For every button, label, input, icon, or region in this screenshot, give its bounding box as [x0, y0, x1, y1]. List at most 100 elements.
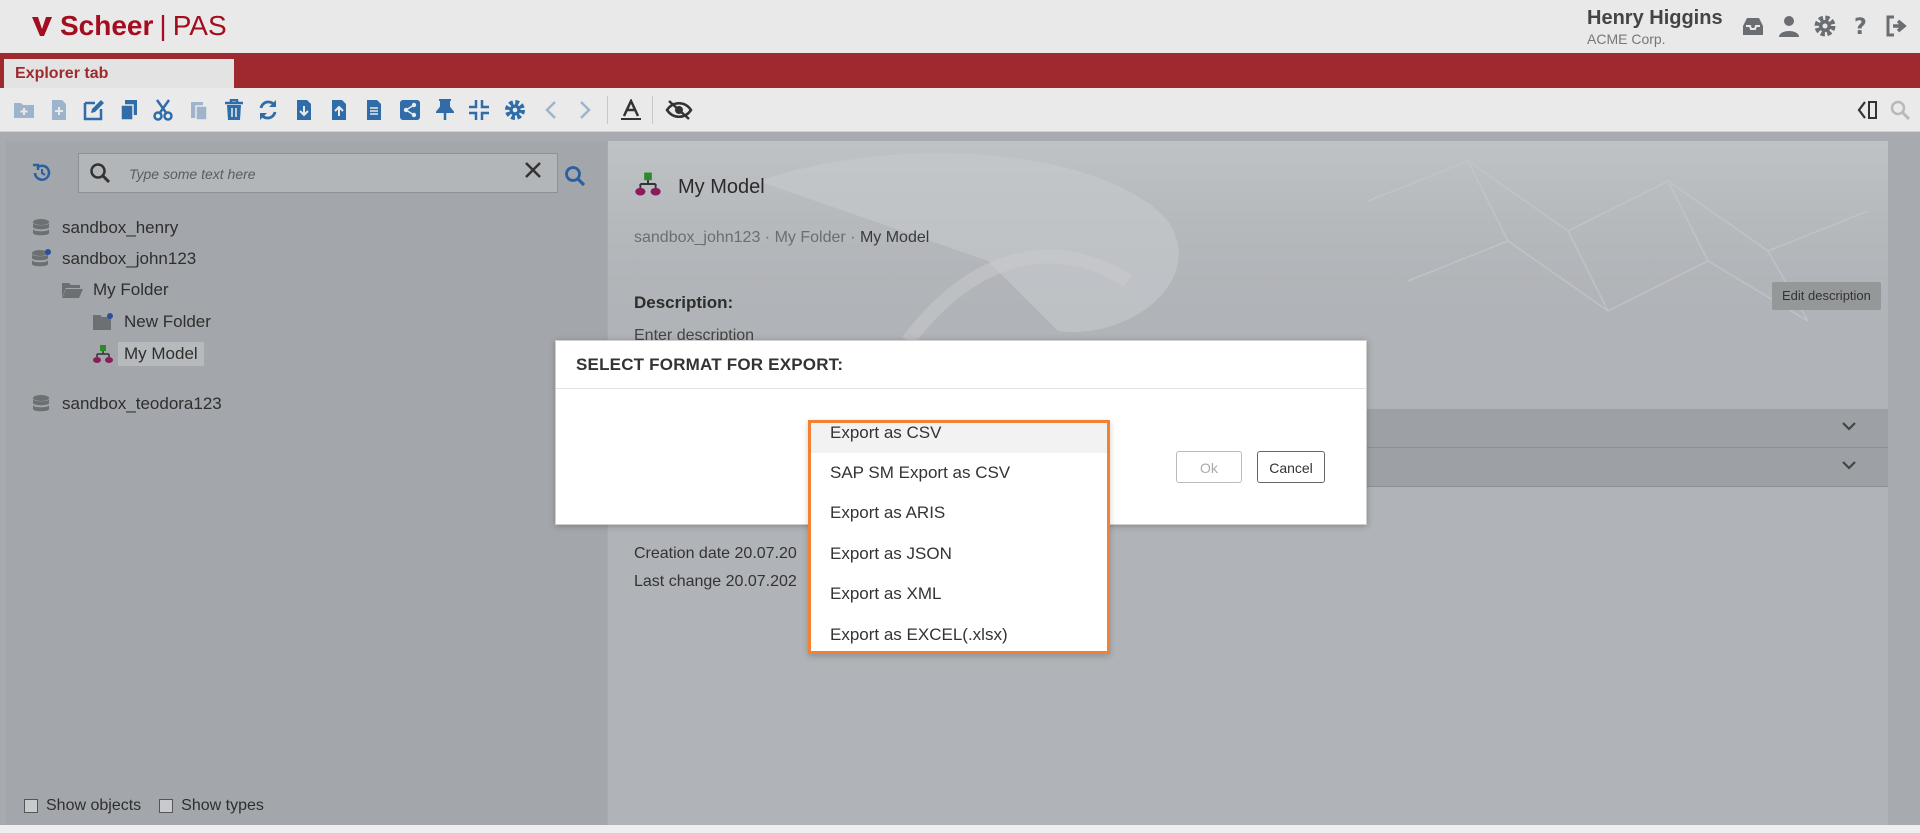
show-objects-checkbox[interactable]	[24, 799, 38, 813]
delete-icon[interactable]	[222, 98, 246, 122]
svg-text:?: ?	[1854, 15, 1867, 38]
folder-icon	[92, 312, 114, 332]
download-icon[interactable]	[292, 98, 316, 122]
database-icon	[30, 249, 52, 269]
forward-icon[interactable]	[573, 98, 597, 122]
dropdown-option-export-json[interactable]: Export as JSON	[811, 534, 1107, 574]
settings-icon[interactable]	[503, 98, 527, 122]
attribute-label: Last change	[634, 573, 722, 590]
header-icons: ?	[1740, 12, 1910, 40]
edit-icon[interactable]	[82, 98, 106, 122]
pin-icon[interactable]	[433, 98, 457, 122]
search-icon	[89, 162, 111, 189]
tree-item-sandbox-henry[interactable]: sandbox_henry	[30, 218, 178, 238]
collapse-panel-icon[interactable]	[1855, 98, 1879, 122]
page-title: My Model	[678, 175, 765, 198]
model-title: My Model	[634, 171, 765, 203]
open-folder-icon	[61, 280, 83, 300]
tree-item-new-folder[interactable]: New Folder	[92, 312, 211, 332]
explorer-panel: sandbox_henry sandbox_john123 My Folder …	[6, 141, 607, 825]
paste-icon[interactable]	[187, 98, 211, 122]
user-info[interactable]: Henry Higgins ACME Corp.	[1587, 7, 1723, 47]
tree-item-sandbox-teodora123[interactable]: sandbox_teodora123	[30, 394, 222, 414]
search-input[interactable]	[127, 162, 491, 186]
dialog-divider	[556, 388, 1366, 389]
dropdown-option-export-xml[interactable]: Export as XML	[811, 574, 1107, 614]
scheer-logo-icon	[32, 17, 52, 36]
inbox-icon[interactable]	[1740, 12, 1766, 40]
toolbar	[0, 88, 1920, 132]
ok-button[interactable]: Ok	[1176, 451, 1242, 483]
breadcrumb-item[interactable]: sandbox_john123	[634, 229, 760, 246]
database-icon	[30, 218, 52, 238]
cut-icon[interactable]	[151, 98, 175, 122]
show-types-option[interactable]: Show types	[159, 797, 264, 815]
edit-description-button[interactable]: Edit description	[1772, 282, 1881, 310]
tree-item-label: sandbox_henry	[62, 218, 179, 237]
logout-icon[interactable]	[1884, 12, 1910, 40]
show-objects-option[interactable]: Show objects	[24, 797, 141, 815]
export-format-dropdown: Export as CSV SAP SM Export as CSV Expor…	[808, 420, 1110, 654]
tab-explorer[interactable]: Explorer tab	[4, 59, 234, 88]
user-company: ACME Corp.	[1587, 31, 1666, 47]
dropdown-option-sap-sm-export-csv[interactable]: SAP SM Export as CSV	[811, 453, 1107, 493]
tree-item-my-folder[interactable]: My Folder	[61, 280, 169, 300]
description-label: Description:	[634, 293, 734, 312]
new-item-icon[interactable]	[47, 98, 71, 122]
refresh-icon[interactable]	[256, 98, 280, 122]
database-icon	[30, 394, 52, 414]
chevron-down-icon	[1840, 456, 1858, 479]
share-icon[interactable]	[398, 98, 422, 122]
tree-item-my-model[interactable]: My Model	[92, 342, 204, 366]
logo-separator: |	[159, 10, 167, 41]
breadcrumb-separator: ·	[764, 229, 771, 246]
tab-bar: Explorer tab	[0, 53, 1920, 88]
history-icon[interactable]	[32, 163, 52, 188]
attribute-label: Creation date	[634, 545, 731, 562]
search-box	[78, 153, 558, 193]
breadcrumb-separator: ·	[850, 229, 856, 246]
breadcrumb-item[interactable]: My Folder	[775, 229, 846, 246]
dropdown-option-export-csv[interactable]: Export as CSV	[811, 423, 1107, 453]
copy-icon[interactable]	[117, 98, 141, 122]
dialog-title: SELECT FORMAT FOR EXPORT:	[576, 355, 844, 374]
model-icon	[92, 344, 114, 364]
tree-item-label: sandbox_teodora123	[62, 394, 222, 413]
text-format-icon[interactable]	[619, 98, 643, 122]
collapse-icon[interactable]	[467, 98, 491, 122]
attribute-row: Creation date 20.07.20	[634, 545, 797, 563]
search-icon[interactable]	[1888, 98, 1912, 122]
show-types-label: Show types	[181, 797, 264, 814]
show-types-checkbox[interactable]	[159, 799, 174, 813]
toolbar-divider	[607, 96, 608, 124]
tree-item-label: My Model	[118, 342, 204, 366]
upload-icon[interactable]	[327, 98, 351, 122]
document-icon[interactable]	[362, 98, 386, 122]
attribute-value: 20.07.20	[734, 545, 797, 562]
clear-search-icon[interactable]	[523, 160, 543, 185]
show-objects-label: Show objects	[46, 797, 142, 814]
dropdown-option-export-aris[interactable]: Export as ARIS	[811, 493, 1107, 533]
footer-bar	[0, 825, 1920, 833]
hide-icon[interactable]	[664, 98, 694, 122]
tree-item-label: New Folder	[124, 312, 211, 331]
help-icon[interactable]: ?	[1848, 12, 1874, 40]
app-logo[interactable]: Scheer | PAS	[30, 10, 227, 42]
chevron-down-icon	[1840, 417, 1858, 440]
filter-checkboxes: Show objects Show types	[24, 797, 264, 815]
dropdown-option-export-excel[interactable]: Export as EXCEL(.xlsx)	[811, 615, 1107, 651]
back-icon[interactable]	[539, 98, 563, 122]
toolbar-divider	[652, 96, 653, 124]
tree-item-label: My Folder	[93, 280, 169, 299]
user-icon[interactable]	[1776, 12, 1802, 40]
cancel-button[interactable]: Cancel	[1257, 451, 1325, 483]
search-button[interactable]	[564, 165, 586, 192]
new-folder-icon[interactable]	[12, 98, 36, 122]
gear-icon[interactable]	[1812, 12, 1838, 40]
tree-item-sandbox-john123[interactable]: sandbox_john123	[30, 249, 196, 269]
tree-item-label: sandbox_john123	[62, 249, 197, 268]
breadcrumb: sandbox_john123 · My Folder · My Model	[634, 229, 929, 247]
logo-brand: Scheer	[60, 10, 154, 41]
model-icon	[634, 171, 662, 203]
breadcrumb-current: My Model	[859, 229, 930, 246]
